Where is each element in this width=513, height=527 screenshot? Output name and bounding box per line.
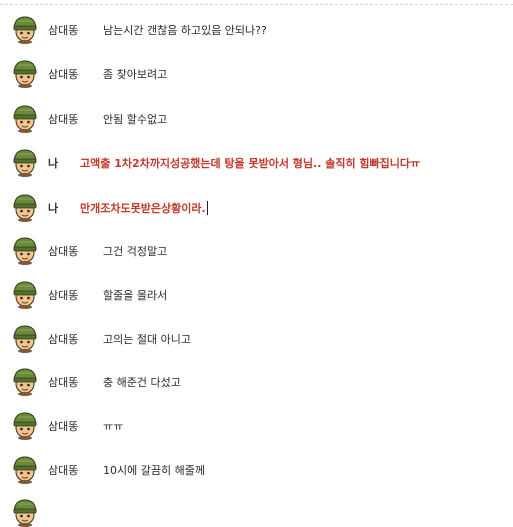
message-text: 안됨 할수없고 <box>103 113 168 126</box>
soldier-avatar-icon <box>11 279 39 309</box>
soldier-avatar-icon <box>11 14 39 44</box>
message-text: 좀 찾아보려고 <box>103 68 168 81</box>
message-text-content: 만개조차도못받은상황이라. <box>80 202 206 215</box>
chat-message-mine: 나 고액출 1차2차까지성공했는데 탕을 못받아서 형님.. 솔직히 힘빠집니다… <box>0 147 513 177</box>
message-sender: 삼대똥 <box>48 289 79 302</box>
message-sender: 삼대똥 <box>48 245 79 258</box>
chat-log: 삼대똥 남는시간 갠찮음 하고있음 안되나?? 삼대똥 좀 찾아보려고 삼대똥 … <box>0 0 513 527</box>
message-text: 충 해준건 다섰고 <box>103 376 181 389</box>
chat-message: 삼대똥 10시에 갈끔히 해줄께 <box>0 454 513 484</box>
message-text: 할줄을 몰라서 <box>103 289 168 302</box>
message-sender: 삼대똥 <box>48 464 79 477</box>
soldier-avatar-icon <box>11 497 39 527</box>
chat-message: 삼대똥 안됨 할수없고 <box>0 103 513 133</box>
chat-message-partial <box>0 497 513 527</box>
chat-message: 삼대똥 좀 찾아보려고 <box>0 58 513 88</box>
message-text: 10시에 갈끔히 해줄께 <box>103 464 205 477</box>
message-text[interactable]: 만개조차도못받은상황이라. <box>80 200 208 216</box>
soldier-avatar-icon <box>11 147 39 177</box>
text-caret <box>206 201 208 215</box>
soldier-avatar-icon <box>11 192 39 222</box>
message-sender: 나 <box>48 202 59 215</box>
chat-message: 삼대똥 충 해준건 다섰고 <box>0 366 513 396</box>
message-sender: 삼대똥 <box>48 68 79 81</box>
message-text: ㅠㅠ <box>103 420 124 433</box>
message-sender: 삼대똥 <box>48 420 79 433</box>
soldier-avatar-icon <box>11 58 39 88</box>
message-text: 고의는 절대 아니고 <box>103 333 191 346</box>
message-sender: 나 <box>48 157 59 170</box>
chat-message: 삼대똥 고의는 절대 아니고 <box>0 323 513 353</box>
message-sender: 삼대똥 <box>48 113 79 126</box>
soldier-avatar-icon <box>11 366 39 396</box>
chat-message: 삼대똥 남는시간 갠찮음 하고있음 안되나?? <box>0 14 513 44</box>
message-sender: 삼대똥 <box>48 24 79 37</box>
soldier-avatar-icon <box>11 323 39 353</box>
chat-message: 삼대똥 할줄을 몰라서 <box>0 279 513 309</box>
message-sender: 삼대똥 <box>48 376 79 389</box>
chat-message-mine: 나 만개조차도못받은상황이라. <box>0 192 513 222</box>
message-text: 남는시간 갠찮음 하고있음 안되나?? <box>103 24 267 37</box>
soldier-avatar-icon <box>11 410 39 440</box>
message-text: 고액출 1차2차까지성공했는데 탕을 못받아서 형님.. 솔직히 힘빠집니다ㅠ <box>80 157 421 170</box>
soldier-avatar-icon <box>11 235 39 265</box>
chat-message: 삼대똥 그건 걱정말고 <box>0 235 513 265</box>
chat-message: 삼대똥 ㅠㅠ <box>0 410 513 440</box>
soldier-avatar-icon <box>11 103 39 133</box>
soldier-avatar-icon <box>11 454 39 484</box>
message-text: 그건 걱정말고 <box>103 245 168 258</box>
message-sender: 삼대똥 <box>48 333 79 346</box>
